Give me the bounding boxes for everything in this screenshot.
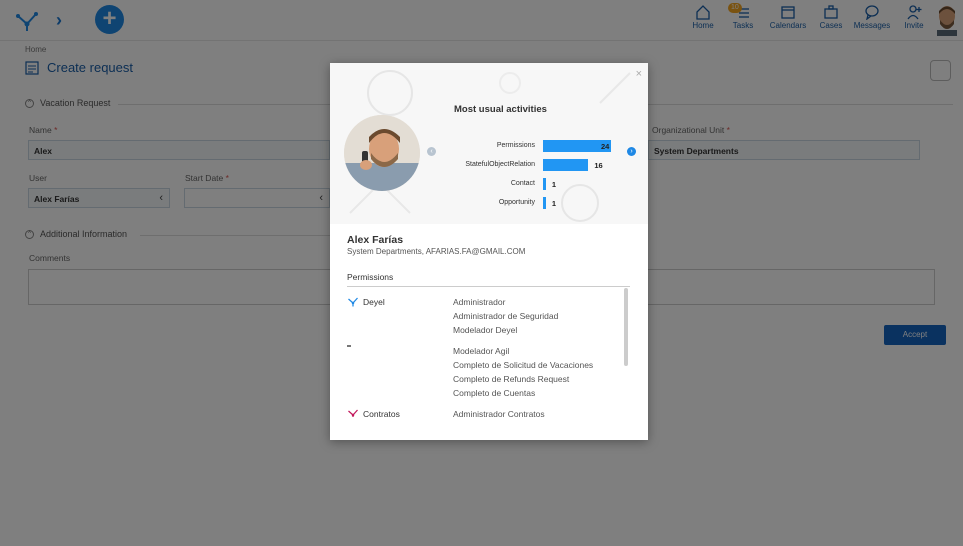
user-profile-modal: × Most usual activities ‹ › Permissions 2… [330, 63, 648, 440]
user-name: Alex Farías [347, 234, 404, 246]
role-item: Modelador Deyel [453, 325, 518, 335]
bar-label: Opportunity [498, 199, 535, 206]
app-unnamed [347, 345, 357, 348]
app-contratos-name: Contratos [363, 408, 400, 418]
bar-value-label: 1 [551, 199, 556, 208]
role-item: Administrador [453, 297, 506, 307]
bar-value-label: 1 [551, 180, 556, 189]
chart-next-icon[interactable]: › [627, 147, 636, 156]
app-deyel-name: Deyel [363, 296, 385, 307]
role-item: Completo de Cuentas [453, 388, 536, 398]
activity-chart-panel: × Most usual activities ‹ › Permissions 2… [330, 63, 648, 224]
role-item: Completo de Refunds Request [453, 374, 570, 384]
permissions-scrollbar[interactable] [624, 288, 628, 366]
close-icon[interactable]: × [636, 68, 642, 80]
permissions-title: Permissions [347, 272, 394, 282]
bar[interactable] [543, 178, 546, 190]
bar[interactable] [543, 159, 589, 171]
bar-label: StatefulObjectRelation [465, 161, 535, 168]
bar-value-label: 24 [601, 142, 610, 151]
contratos-app-icon [348, 409, 358, 417]
chart-title: Most usual activities [454, 104, 547, 115]
user-photo [344, 115, 420, 191]
role-item: Modelador Agil [453, 346, 510, 356]
bar-value-label: 16 [594, 161, 603, 170]
deyel-app-icon [348, 297, 358, 307]
role-item: Administrador Contratos [453, 409, 545, 417]
app-deyel: Deyel [347, 296, 385, 307]
user-description: System Departments, AFARIAS.FA@GMAIL.COM [347, 247, 526, 256]
bar-label: Contact [510, 180, 535, 187]
permissions-list[interactable]: Deyel Administrador Administrador de Seg… [347, 292, 630, 417]
bar[interactable] [543, 197, 546, 209]
role-item: Administrador de Seguridad [453, 311, 559, 321]
bar-label: Permissions [496, 142, 535, 149]
app-marker-icon [347, 345, 351, 347]
role-item: Completo de Solicitud de Vacaciones [453, 360, 594, 370]
permissions-divider [347, 286, 630, 287]
app-contratos: Contratos [347, 408, 400, 417]
